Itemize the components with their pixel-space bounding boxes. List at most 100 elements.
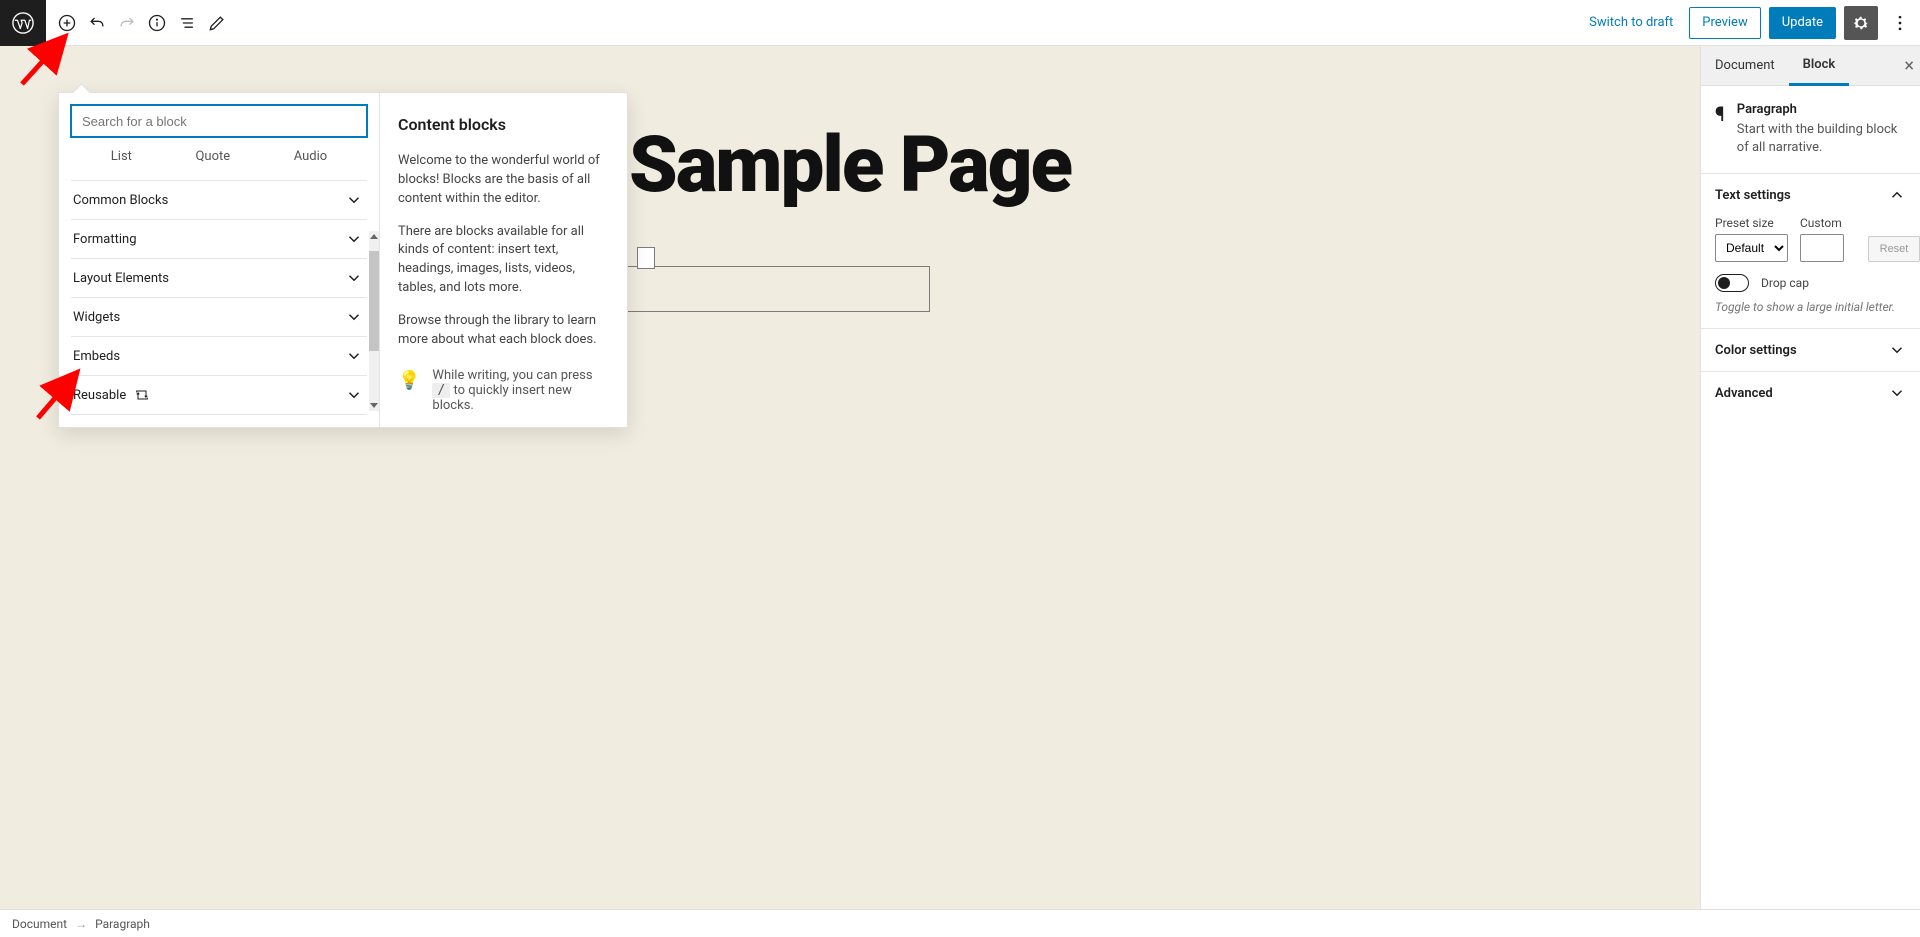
panel-color-toggle[interactable]: Color settings [1701, 329, 1920, 371]
chevron-down-icon [345, 308, 363, 326]
breadcrumb-document[interactable]: Document [12, 917, 67, 931]
category-common-label: Common Blocks [73, 193, 168, 208]
settings-button[interactable] [1844, 6, 1878, 40]
category-widgets[interactable]: Widgets [71, 298, 367, 337]
chevron-down-icon [1888, 384, 1906, 402]
tip-pre: While writing, you can press [432, 368, 592, 383]
panel-text-label: Text settings [1715, 188, 1791, 203]
kebab-icon [1890, 13, 1910, 33]
category-common-blocks[interactable]: Common Blocks [71, 181, 367, 220]
block-card: ¶ Paragraph Start with the building bloc… [1701, 86, 1920, 173]
panel-advanced-toggle[interactable]: Advanced [1701, 372, 1920, 414]
editor-topbar: Switch to draft Preview Update [0, 0, 1920, 46]
redo-icon [117, 13, 137, 33]
topbar-right: Switch to draft Preview Update [1581, 6, 1920, 40]
reset-size-button[interactable]: Reset [1868, 236, 1920, 262]
panel-text-toggle[interactable]: Text settings [1701, 174, 1920, 216]
plus-circle-icon [57, 13, 77, 33]
block-nav-button[interactable] [172, 0, 202, 46]
wordpress-icon [12, 12, 34, 34]
tip-key: / [432, 383, 450, 398]
topbar-left [0, 0, 232, 45]
inserter-info-p1: Welcome to the wonderful world of blocks… [398, 152, 609, 209]
panel-color-label: Color settings [1715, 343, 1797, 358]
redo-button[interactable] [112, 0, 142, 46]
chevron-down-icon [345, 386, 363, 404]
undo-button[interactable] [82, 0, 112, 46]
sidebar-close-button[interactable]: × [1904, 55, 1914, 76]
breadcrumb-separator: → [75, 917, 87, 931]
preset-size-select[interactable]: Default [1715, 234, 1788, 262]
recent-block-audio[interactable]: Audio [294, 149, 327, 164]
category-widgets-label: Widgets [73, 310, 120, 325]
paragraph-caret [637, 247, 655, 269]
category-reusable-label: Reusable [73, 388, 126, 403]
panel-text-body: Preset size Default Custom Reset [1701, 216, 1920, 328]
tip-post: to quickly insert new blocks. [432, 383, 571, 413]
chevron-down-icon [1888, 341, 1906, 359]
inserter-info-pane: Content blocks Welcome to the wonderful … [379, 93, 627, 427]
tab-document[interactable]: Document [1701, 46, 1789, 85]
category-formatting-label: Formatting [73, 232, 137, 247]
breadcrumb-paragraph[interactable]: Paragraph [95, 917, 150, 931]
block-title: Paragraph [1737, 102, 1906, 117]
inserter-info-title: Content blocks [398, 115, 609, 134]
paragraph-icon: ¶ [1715, 102, 1725, 157]
chevron-down-icon [345, 347, 363, 365]
tip-text: While writing, you can press / to quickl… [432, 368, 609, 413]
inserter-info-p2: There are blocks available for all kinds… [398, 223, 609, 298]
custom-size-label: Custom [1800, 216, 1856, 230]
editor-main: Sample Page Document Block × ¶ Paragraph… [0, 46, 1920, 909]
inserter-recent-row: List Quote Audio [71, 137, 367, 170]
block-description: Start with the building block of all nar… [1737, 121, 1906, 157]
inserter-scrollbar[interactable] [369, 231, 379, 411]
undo-icon [87, 13, 107, 33]
panel-text-settings: Text settings Preset size Default Custom [1701, 173, 1920, 328]
chevron-down-icon [345, 269, 363, 287]
preview-button[interactable]: Preview [1689, 7, 1760, 39]
category-embeds[interactable]: Embeds [71, 337, 367, 376]
add-block-button[interactable] [52, 0, 82, 46]
wp-logo[interactable] [0, 0, 46, 46]
inserter-left-pane: List Quote Audio Common Blocks Formattin… [59, 93, 379, 427]
inserter-info-p3: Browse through the library to learn more… [398, 312, 609, 350]
list-icon [177, 13, 197, 33]
switch-to-draft-link[interactable]: Switch to draft [1581, 9, 1681, 36]
edit-tool-button[interactable] [202, 0, 232, 46]
settings-sidebar: Document Block × ¶ Paragraph Start with … [1700, 46, 1920, 909]
block-inserter-popover: List Quote Audio Common Blocks Formattin… [58, 92, 628, 428]
breadcrumb: Document → Paragraph [0, 909, 1920, 937]
category-formatting[interactable]: Formatting [71, 220, 367, 259]
panel-color-settings: Color settings [1701, 328, 1920, 371]
tab-block[interactable]: Block [1789, 47, 1850, 86]
inserter-categories: Common Blocks Formatting Layout Elements… [71, 180, 367, 415]
gear-icon [1851, 13, 1871, 33]
pencil-icon [207, 13, 227, 33]
more-menu-button[interactable] [1886, 6, 1914, 40]
scroll-down-icon [370, 403, 378, 408]
scroll-thumb[interactable] [369, 251, 379, 351]
panel-advanced-label: Advanced [1715, 386, 1773, 401]
close-icon: × [1904, 55, 1914, 76]
info-icon [147, 13, 167, 33]
content-info-button[interactable] [142, 0, 172, 46]
dropcap-hint: Toggle to show a large initial letter. [1715, 300, 1906, 314]
recent-block-list[interactable]: List [111, 149, 132, 164]
dropcap-toggle[interactable] [1715, 274, 1749, 292]
reusable-icon [134, 388, 150, 402]
update-button[interactable]: Update [1769, 7, 1836, 39]
block-search-input[interactable] [71, 105, 367, 137]
page-title[interactable]: Sample Page [629, 120, 1071, 211]
category-reusable[interactable]: Reusable [71, 376, 367, 415]
lightbulb-icon: 💡 [398, 370, 420, 391]
sidebar-tabs: Document Block × [1701, 46, 1920, 86]
category-layout-label: Layout Elements [73, 271, 169, 286]
recent-block-quote[interactable]: Quote [195, 149, 230, 164]
chevron-down-icon [345, 191, 363, 209]
inserter-tip: 💡 While writing, you can press / to quic… [398, 368, 609, 413]
custom-size-input[interactable] [1800, 234, 1844, 262]
scroll-up-icon [370, 234, 378, 239]
category-layout[interactable]: Layout Elements [71, 259, 367, 298]
category-embeds-label: Embeds [73, 349, 120, 364]
chevron-up-icon [1888, 186, 1906, 204]
